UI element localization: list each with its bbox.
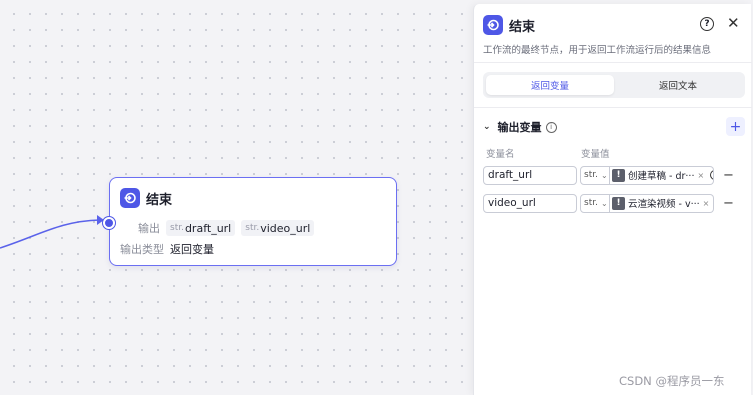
add-variable-button[interactable]: +	[726, 117, 745, 136]
target-icon[interactable]	[710, 170, 713, 180]
node-config-panel: 结束 ? ✕ 工作流的最终节点，用于返回工作流运行后的结果信息 返回变量 返回文…	[473, 4, 752, 395]
chevron-down-icon: ⌄	[600, 170, 608, 180]
end-node-icon	[120, 188, 140, 208]
tab-return-text[interactable]: 返回文本	[614, 75, 742, 95]
clear-icon[interactable]: ×	[703, 199, 710, 208]
divider	[474, 107, 752, 108]
watermark: CSDN @程序员一东	[619, 374, 725, 388]
variable-reference[interactable]: ! 云渲染视频 - v··· ×	[610, 193, 714, 213]
clear-icon[interactable]: ×	[697, 171, 704, 180]
reference-label: 云渲染视频 - v···	[628, 199, 700, 210]
output-type-value: 返回变量	[170, 243, 214, 256]
reference-label: 创建草稿 - dr···	[628, 171, 695, 182]
tab-return-variable[interactable]: 返回变量	[486, 75, 614, 95]
chevron-down-icon: ⌄	[600, 198, 608, 208]
chevron-down-icon[interactable]: ⌄	[483, 122, 491, 132]
value-type-select[interactable]: str. ⌄	[580, 193, 610, 213]
output-var-tag: str. draft_url	[166, 220, 236, 236]
close-icon[interactable]: ✕	[727, 14, 740, 32]
end-node[interactable]: 结束 输出 str. draft_url str. video_url 输出类型 返…	[103, 177, 397, 266]
col-header-name: 变量名	[486, 149, 515, 160]
warning-icon: !	[612, 196, 625, 210]
value-type-select[interactable]: str. ⌄	[580, 165, 610, 185]
variable-name-input[interactable]: draft_url	[483, 165, 577, 185]
remove-row-button[interactable]: −	[723, 168, 734, 183]
divider	[474, 62, 752, 63]
info-icon[interactable]: i	[545, 121, 557, 133]
end-node-icon	[483, 15, 503, 35]
return-mode-tabs: 返回变量 返回文本	[483, 72, 745, 98]
node-title: 结束	[146, 193, 173, 208]
output-label: 输出	[138, 222, 160, 235]
help-icon[interactable]: ?	[700, 17, 714, 31]
panel-title: 结束	[509, 20, 536, 35]
output-section-header[interactable]: ⌄ 输出变量 i	[483, 119, 557, 135]
col-header-value: 变量值	[581, 149, 610, 160]
section-title: 输出变量	[497, 121, 542, 134]
output-type-label: 输出类型	[120, 243, 164, 256]
variable-row: video_url str. ⌄ ! 云渲染视频 - v··· × −	[483, 193, 734, 213]
remove-row-button[interactable]: −	[723, 196, 734, 211]
output-var-tag: str. video_url	[241, 220, 315, 236]
warning-icon: !	[612, 168, 625, 182]
variable-name-input[interactable]: video_url	[483, 193, 577, 213]
variable-row: draft_url str. ⌄ ! 创建草稿 - dr··· × −	[483, 165, 734, 185]
variable-reference[interactable]: ! 创建草稿 - dr··· ×	[610, 165, 714, 185]
panel-description: 工作流的最终节点，用于返回工作流运行后的结果信息	[483, 45, 712, 56]
